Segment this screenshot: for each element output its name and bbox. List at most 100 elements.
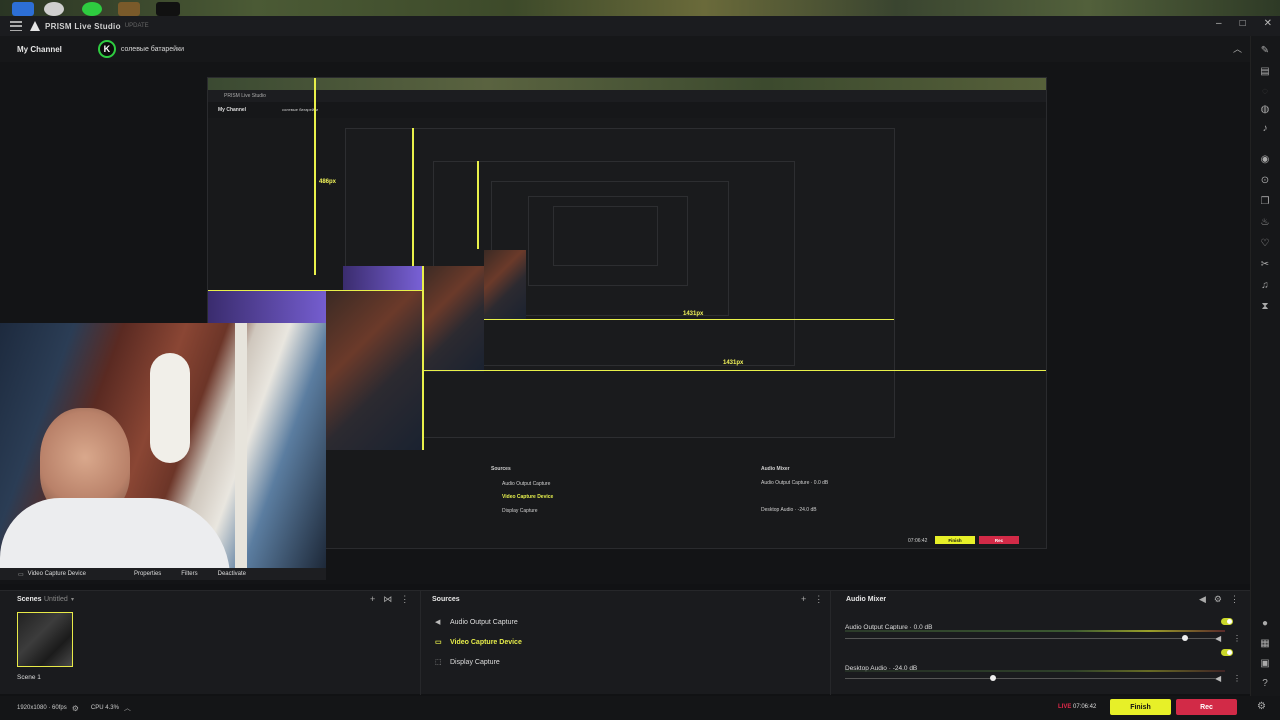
- rec-button[interactable]: Rec: [1176, 699, 1237, 715]
- bottom-dock: Scenes Untitled ▾ + ⋈ ⋮ Scene 1 Sources …: [0, 590, 1250, 695]
- sticker-icon[interactable]: ✂: [1258, 257, 1272, 271]
- chat-icon[interactable]: ✎: [1258, 43, 1272, 57]
- hamburger-menu-icon[interactable]: [10, 21, 22, 31]
- taskbar-app-icon[interactable]: [44, 2, 64, 16]
- channel-avatar[interactable]: K: [97, 40, 116, 58]
- effects-icon[interactable]: ♨: [1258, 215, 1272, 229]
- avatar-letter: K: [103, 44, 111, 54]
- audio-toggle[interactable]: [1221, 618, 1233, 625]
- properties-button[interactable]: Properties: [134, 571, 161, 577]
- settings-gear-icon[interactable]: ⚙: [1257, 701, 1266, 712]
- music-icon[interactable]: ♫: [1258, 278, 1272, 292]
- record-icon[interactable]: ⊙: [1258, 173, 1272, 187]
- filters-button[interactable]: Filters: [181, 571, 197, 577]
- maximize-button[interactable]: □: [1240, 18, 1246, 29]
- sources-tools: + ⋮: [801, 594, 823, 605]
- nested-finish-button: Finish: [935, 536, 975, 544]
- window-icon[interactable]: ▤: [1258, 64, 1272, 78]
- scenes-tools: + ⋈ ⋮: [370, 594, 409, 605]
- source-label: Video Capture Device: [450, 638, 522, 646]
- comment-icon[interactable]: ◌: [1258, 84, 1272, 98]
- message-icon[interactable]: ◍: [1258, 102, 1272, 116]
- nested-mixer-row-1: Audio Output Capture · 0.0 dB: [761, 480, 829, 486]
- chevron-up-icon[interactable]: ︿: [124, 703, 131, 713]
- source-item-audio-output[interactable]: ◀ Audio Output Capture: [435, 618, 518, 627]
- source-item-video-capture[interactable]: ▭ Video Capture Device: [435, 638, 522, 647]
- my-channel-label[interactable]: My Channel: [17, 45, 62, 54]
- taskbar-prism-icon[interactable]: [82, 2, 102, 16]
- scene-collection-dropdown[interactable]: Untitled: [44, 596, 68, 603]
- app-title: PRISM Live Studio: [45, 21, 121, 31]
- copy-icon[interactable]: ❐: [1258, 194, 1272, 208]
- taskbar-app2-icon[interactable]: [156, 2, 180, 16]
- gear-icon[interactable]: ⚙: [72, 704, 79, 713]
- add-scene-icon[interactable]: +: [370, 594, 375, 605]
- webcam-feed[interactable]: [0, 323, 326, 568]
- chevron-down-icon[interactable]: ▾: [71, 596, 74, 603]
- source-item-display-capture[interactable]: ⬚ Display Capture: [435, 658, 500, 667]
- bell-icon[interactable]: ♪: [1258, 121, 1272, 135]
- nested-desktop-strip: [208, 78, 1046, 90]
- mixer-more-icon[interactable]: ⋮: [1230, 594, 1239, 605]
- close-button[interactable]: ✕: [1264, 18, 1272, 29]
- nested-webcam-3: [484, 250, 526, 320]
- panel-icon[interactable]: ▣: [1258, 656, 1272, 670]
- gear-icon[interactable]: ⚙: [1214, 594, 1222, 605]
- speaker-icon[interactable]: ◀: [1215, 674, 1221, 683]
- taskbar-folder-icon[interactable]: [12, 2, 34, 16]
- help-icon[interactable]: ?: [1258, 676, 1272, 690]
- scenes-more-icon[interactable]: ⋮: [400, 594, 409, 605]
- nested-app-title: PRISM Live Studio: [224, 93, 266, 99]
- taskbar-game-icon[interactable]: [118, 2, 140, 16]
- guide-line-v2: [412, 128, 414, 266]
- add-source-icon[interactable]: +: [801, 594, 806, 605]
- live-timer: 07:06:42: [1073, 704, 1097, 710]
- right-sidebar: ✎ ▤ ◌ ◍ ♪ ◉ ⊙ ❐ ♨ ♡ ✂ ♫ ⧗ ● ▦ ▣ ?: [1250, 36, 1280, 696]
- channel-bar: My Channel K солевые батарейки ︿: [0, 36, 1280, 62]
- finish-button[interactable]: Finish: [1110, 699, 1171, 715]
- nested-rec-button: Rec: [979, 536, 1019, 544]
- prism-chat-icon[interactable]: ●: [1258, 616, 1272, 630]
- person-shirt: [0, 498, 230, 568]
- volume-slider-knob[interactable]: [990, 675, 996, 681]
- camera-icon: ▭: [435, 639, 442, 646]
- prism-window: PRISM Live Studio UPDATE – □ ✕ My Channe…: [0, 0, 1280, 720]
- chevron-up-icon[interactable]: ︿: [1233, 42, 1242, 55]
- scene-thumbnail[interactable]: [17, 612, 73, 667]
- update-tag[interactable]: UPDATE: [125, 23, 149, 29]
- nested-preview-window: PRISM Live Studio My Channel солевые бат…: [207, 77, 1047, 549]
- title-bar: PRISM Live Studio UPDATE – □ ✕: [0, 16, 1280, 36]
- deactivate-button[interactable]: Deactivate: [218, 571, 246, 577]
- volume-slider-track[interactable]: [845, 638, 1215, 639]
- row-more-icon[interactable]: ⋮: [1233, 634, 1241, 643]
- door-frame: [235, 323, 247, 568]
- nested-mixer-title: Audio Mixer: [761, 466, 790, 472]
- live-badge: LIVE: [1058, 704, 1072, 710]
- nested-source-3: Display Capture: [502, 508, 538, 514]
- nested-source-2: Video Capture Device: [502, 494, 554, 500]
- audio-meter: [845, 630, 1225, 632]
- nested-mixer-row-2: Desktop Audio · -24.0 dB: [761, 507, 817, 513]
- audio-toggle[interactable]: [1221, 649, 1233, 656]
- channel-name[interactable]: солевые батарейки: [121, 46, 184, 53]
- guide-line-h1: [208, 290, 423, 291]
- sources-title: Sources: [432, 596, 460, 603]
- volume-slider-track[interactable]: [845, 678, 1215, 679]
- mixer-tools: ◀ ⚙ ⋮: [1199, 594, 1239, 605]
- scene-transition-icon[interactable]: ⋈: [383, 594, 392, 605]
- camera-icon[interactable]: ◉: [1258, 152, 1272, 166]
- layout-icon[interactable]: ▦: [1258, 636, 1272, 650]
- speaker-icon[interactable]: ◀: [1199, 594, 1206, 605]
- scene-label[interactable]: Scene 1: [17, 674, 41, 681]
- source-label: Audio Output Capture: [450, 618, 518, 626]
- minimize-button[interactable]: –: [1216, 18, 1222, 29]
- cpu-usage: CPU 4.3%: [90, 705, 119, 711]
- row-more-icon[interactable]: ⋮: [1233, 674, 1241, 683]
- timer-icon[interactable]: ⧗: [1258, 299, 1272, 313]
- heart-icon[interactable]: ♡: [1258, 236, 1272, 250]
- nested-sources-title: Sources: [491, 466, 511, 472]
- speaker-icon[interactable]: ◀: [1215, 634, 1221, 643]
- volume-slider-knob[interactable]: [1182, 635, 1188, 641]
- window-controls: – □ ✕: [1216, 18, 1272, 29]
- sources-more-icon[interactable]: ⋮: [814, 594, 823, 605]
